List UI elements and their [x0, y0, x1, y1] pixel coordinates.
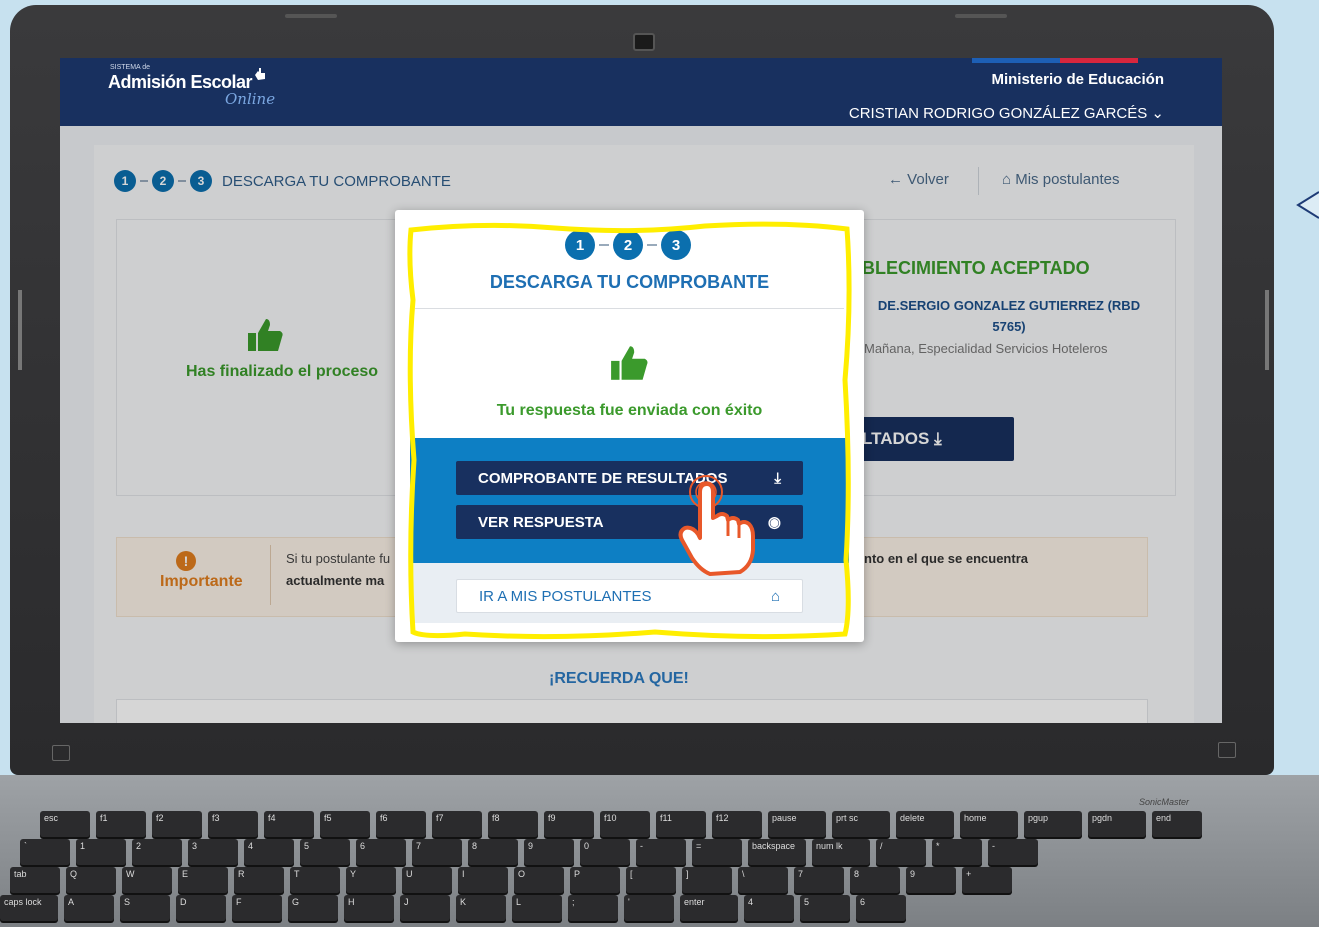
webcam-icon [633, 33, 655, 51]
key[interactable]: home [960, 811, 1018, 837]
key-row-numbers: ` 1 2 3 4 5 6 7 8 9 0- = backspace num lk / * - [20, 839, 1038, 865]
key[interactable]: - [988, 839, 1038, 865]
key[interactable]: delete [896, 811, 954, 837]
key[interactable]: num lk [812, 839, 870, 865]
key[interactable]: end [1152, 811, 1202, 837]
key[interactable]: J [400, 895, 450, 921]
key[interactable]: I [458, 867, 508, 893]
key[interactable]: T [290, 867, 340, 893]
key[interactable]: / [876, 839, 926, 865]
key[interactable]: Y [346, 867, 396, 893]
key[interactable]: 2 [132, 839, 182, 865]
key[interactable]: ] [682, 867, 732, 893]
key[interactable]: prt sc [832, 811, 890, 837]
key-row-function: esc f1 f2 f3 f4 f5 f6 f7 f8 f9 f10 f11 f12 pause prt s… [40, 811, 1202, 837]
key[interactable]: R [234, 867, 284, 893]
key[interactable]: f8 [488, 811, 538, 837]
flag-stripe-red [1060, 58, 1138, 63]
key[interactable]: backspace [748, 839, 806, 865]
key[interactable]: f7 [432, 811, 482, 837]
key[interactable]: f1 [96, 811, 146, 837]
hinge-right [1265, 290, 1269, 370]
key[interactable]: U [402, 867, 452, 893]
key[interactable]: f10 [600, 811, 650, 837]
key[interactable]: F [232, 895, 282, 921]
key[interactable]: 5 [300, 839, 350, 865]
laptop-keyboard: SonicMaster esc f1 f2 f3 f4 f5 f6 f7 f8 f9 f10 f11 f… [0, 775, 1319, 927]
key[interactable]: pause [768, 811, 826, 837]
key[interactable]: 1 [76, 839, 126, 865]
key[interactable]: S [120, 895, 170, 921]
key[interactable]: esc [40, 811, 90, 837]
logo-online: Online [225, 90, 276, 108]
key[interactable]: tab [10, 867, 60, 893]
callout-arrow-icon [1296, 191, 1319, 219]
key[interactable]: 4 [744, 895, 794, 921]
key[interactable]: 5 [800, 895, 850, 921]
key[interactable]: H [344, 895, 394, 921]
key[interactable]: f12 [712, 811, 762, 837]
key[interactable]: caps lock [0, 895, 58, 921]
key[interactable]: K [456, 895, 506, 921]
highlight-outline [407, 221, 852, 640]
key[interactable]: 7 [794, 867, 844, 893]
key[interactable]: 4 [244, 839, 294, 865]
bezel-rubber-right [955, 14, 1007, 18]
key[interactable]: * [932, 839, 982, 865]
key[interactable]: 3 [188, 839, 238, 865]
key[interactable]: [ [626, 867, 676, 893]
key[interactable]: 8 [468, 839, 518, 865]
key[interactable]: f4 [264, 811, 314, 837]
key[interactable]: f2 [152, 811, 202, 837]
key[interactable]: 8 [850, 867, 900, 893]
key[interactable]: 6 [356, 839, 406, 865]
key[interactable]: ; [568, 895, 618, 921]
key[interactable]: f6 [376, 811, 426, 837]
pointer-hand-icon [255, 68, 265, 80]
key[interactable]: E [178, 867, 228, 893]
key[interactable]: ` [20, 839, 70, 865]
key[interactable]: ' [624, 895, 674, 921]
key[interactable]: P [570, 867, 620, 893]
key[interactable]: 9 [524, 839, 574, 865]
key[interactable]: 7 [412, 839, 462, 865]
key[interactable]: 0 [580, 839, 630, 865]
key[interactable]: f3 [208, 811, 258, 837]
pointing-hand-icon [678, 475, 755, 576]
key[interactable]: 9 [906, 867, 956, 893]
status-light-right [1218, 742, 1236, 758]
hinge-left [18, 290, 22, 370]
key[interactable]: W [122, 867, 172, 893]
key-row-qwerty: tab Q W E R T Y U I O P[] \ 7 8 9 + [10, 867, 1012, 893]
key[interactable]: f11 [656, 811, 706, 837]
bezel-rubber-left [285, 14, 337, 18]
key[interactable]: f5 [320, 811, 370, 837]
key[interactable]: Q [66, 867, 116, 893]
logo-subtitle: SISTEMA de [110, 64, 151, 71]
key[interactable]: pgdn [1088, 811, 1146, 837]
status-light-left [52, 745, 70, 761]
key[interactable]: O [514, 867, 564, 893]
user-menu[interactable]: CRISTIAN RODRIGO GONZÁLEZ GARCÉS ⌄ [849, 104, 1164, 122]
key[interactable]: - [636, 839, 686, 865]
keyboard-brand: SonicMaster [1138, 797, 1189, 807]
flag-stripe-blue [972, 58, 1060, 63]
key[interactable]: L [512, 895, 562, 921]
key[interactable]: A [64, 895, 114, 921]
key[interactable]: pgup [1024, 811, 1082, 837]
key[interactable]: f9 [544, 811, 594, 837]
key[interactable]: G [288, 895, 338, 921]
key[interactable]: 6 [856, 895, 906, 921]
key[interactable]: D [176, 895, 226, 921]
key[interactable]: \ [738, 867, 788, 893]
key-row-home: caps lock A S D F G H J K L; ' enter 4 5 6 [0, 895, 906, 921]
key[interactable]: enter [680, 895, 738, 921]
key[interactable]: = [692, 839, 742, 865]
ministry-label: Ministerio de Educación [991, 71, 1164, 88]
key[interactable]: + [962, 867, 1012, 893]
site-header: SISTEMA de Admisión Escolar Online Minis… [60, 58, 1222, 126]
